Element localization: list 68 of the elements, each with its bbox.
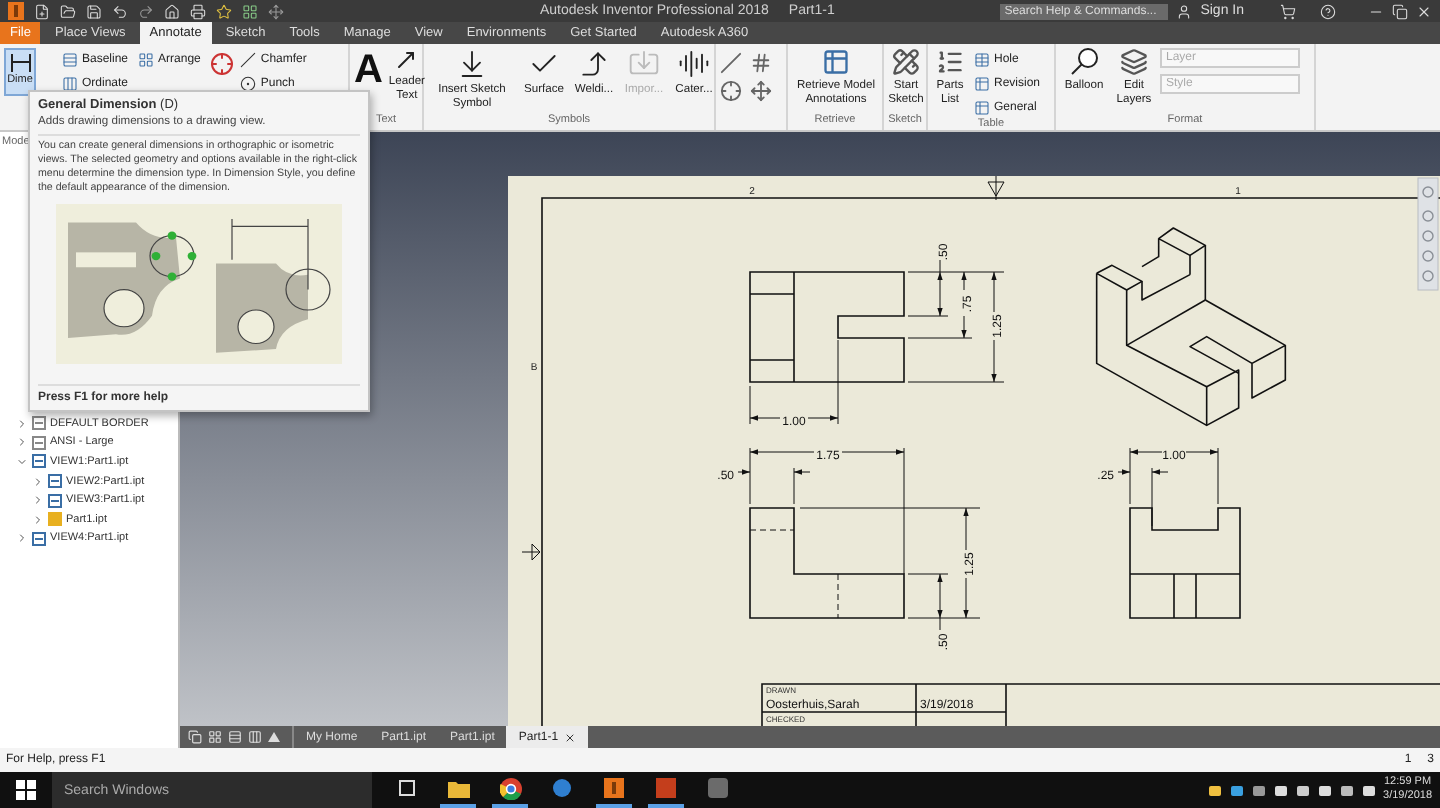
drawing-view-icon [48, 493, 62, 508]
folder-icon [447, 779, 469, 797]
grid-icon [138, 51, 155, 67]
side-view-drawing [1129, 507, 1241, 619]
star-icon[interactable] [216, 3, 232, 19]
layers-icon [1120, 48, 1148, 76]
new-file-icon[interactable] [34, 3, 50, 19]
arrow-icon [394, 48, 419, 72]
crosshair-icon[interactable] [720, 80, 742, 102]
browser-app-button[interactable] [492, 772, 528, 808]
rows-icon [62, 51, 78, 67]
part-cube-icon [48, 512, 62, 527]
save-icon[interactable] [86, 3, 102, 19]
punch-icon [240, 75, 257, 91]
move-icon[interactable] [750, 80, 772, 102]
centering-mark-icon [521, 543, 541, 561]
user-icon[interactable] [1176, 3, 1193, 19]
home-icon[interactable] [164, 3, 180, 19]
horizontal-tile-icon[interactable] [228, 730, 242, 744]
symbol-icon [456, 48, 488, 80]
app-logo-icon[interactable] [8, 2, 24, 20]
task-view-icon [397, 780, 415, 796]
square-app-icon [656, 778, 676, 798]
help-icon[interactable] [1320, 3, 1336, 19]
vertical-tile-icon[interactable] [248, 730, 262, 744]
numbered-list-icon [936, 48, 964, 76]
drawing-view-icon [32, 416, 46, 431]
app-logo-icon [604, 778, 624, 798]
redo-icon[interactable] [138, 3, 154, 19]
inventor-app-button[interactable] [596, 772, 632, 808]
table-icon [974, 51, 990, 67]
browser-icon [499, 777, 521, 799]
import-icon [628, 48, 660, 80]
app-button[interactable] [648, 772, 684, 808]
dimension-icon [9, 54, 31, 72]
drawing-view-icon [32, 454, 46, 469]
print-icon[interactable] [190, 3, 206, 19]
centering-mark-icon [987, 176, 1005, 201]
crosshair-icon[interactable] [210, 52, 235, 76]
cart-icon[interactable] [1280, 3, 1296, 19]
windows-start-icon[interactable] [16, 780, 36, 800]
grid-icon[interactable] [242, 3, 258, 19]
caterpillar-icon [678, 48, 710, 80]
drawing-view-icon [32, 531, 46, 546]
circle-app-icon [552, 778, 572, 798]
open-folder-icon[interactable] [60, 3, 76, 19]
columns-icon [62, 75, 78, 91]
square-app-icon [708, 778, 728, 798]
table-icon [974, 75, 990, 91]
close-icon[interactable] [564, 731, 577, 743]
text-tool-button[interactable]: A [354, 48, 383, 92]
weld-icon [578, 48, 610, 80]
restore-icon[interactable] [1392, 3, 1408, 19]
drawing-view-icon [48, 474, 62, 489]
dimension-lines-drawing [1117, 447, 1219, 527]
drawing-view-icon [32, 435, 46, 450]
line-icon[interactable] [720, 52, 742, 74]
navigation-bar [1417, 177, 1439, 291]
tile-icon[interactable] [208, 730, 222, 744]
undo-icon[interactable] [112, 3, 128, 19]
table-icon [822, 48, 850, 76]
table-icon [974, 99, 990, 115]
up-arrow-icon[interactable] [268, 732, 280, 742]
move-icon[interactable] [268, 3, 284, 19]
pencil-ruler-icon [892, 48, 920, 76]
cascade-icon[interactable] [188, 730, 202, 744]
slash-icon [240, 51, 257, 67]
hash-icon[interactable] [750, 52, 772, 74]
